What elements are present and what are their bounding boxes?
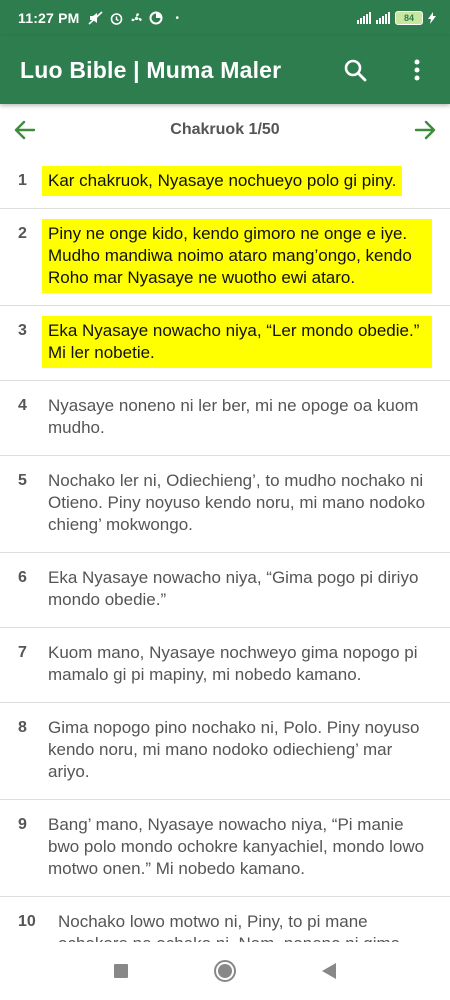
system-nav-bar	[0, 942, 450, 1000]
back-button[interactable]	[321, 962, 337, 980]
arrow-right-icon	[414, 120, 436, 140]
arrow-left-icon	[14, 120, 36, 140]
overflow-menu-button[interactable]	[404, 57, 430, 83]
verse-list: 1 Kar chakruok, Nyasaye nochueyo polo gi…	[0, 156, 450, 942]
mute-icon	[87, 11, 103, 25]
more-vert-icon	[414, 59, 420, 81]
verse-number: 7	[18, 644, 27, 661]
status-time: 11:27 PM	[18, 10, 80, 26]
search-icon	[344, 59, 367, 82]
dot-icon: •	[175, 12, 180, 24]
recents-button[interactable]	[113, 963, 129, 979]
verse-number: 2	[18, 225, 27, 242]
verse-row[interactable]: 4 Nyasaye noneno ni ler ber, mi ne opoge…	[0, 381, 450, 456]
home-button[interactable]	[213, 959, 237, 983]
notification-icons: •	[87, 11, 180, 26]
verse-text: Kuom mano, Nyasaye nochweyo gima nopogo …	[48, 643, 418, 684]
data-saver-icon	[149, 11, 163, 25]
charging-icon	[428, 12, 436, 24]
verse-text: Bang’ mano, Nyasaye nowacho niya, “Pi ma…	[48, 815, 425, 878]
app-bar: Luo Bible | Muma Maler	[0, 36, 450, 104]
verse-row[interactable]: 5 Nochako ler ni, Odiechieng’, to mudho …	[0, 456, 450, 553]
search-button[interactable]	[342, 57, 368, 83]
triangle-back-icon	[322, 963, 336, 979]
verse-text: Piny ne onge kido, kendo gimoro ne onge …	[42, 219, 432, 293]
battery-icon: 84	[395, 11, 423, 25]
verse-number: 3	[18, 322, 27, 339]
signal-icon	[357, 12, 371, 24]
verse-row[interactable]: 8 Gima nopogo pino nochako ni, Polo. Pin…	[0, 703, 450, 800]
verse-row[interactable]: 3 Eka Nyasaye nowacho niya, “Ler mondo o…	[0, 306, 450, 381]
verse-row[interactable]: 10 Nochako lowo motwo ni, Piny, to pi ma…	[0, 897, 450, 942]
verse-text: Nochako lowo motwo ni, Piny, to pi mane …	[58, 912, 400, 942]
verse-number: 6	[18, 569, 27, 586]
signal-icon-2	[376, 12, 390, 24]
verse-text: Eka Nyasaye nowacho niya, “Gima pogo pi …	[48, 568, 419, 609]
circle-home-icon	[214, 960, 236, 982]
verse-text: Kar chakruok, Nyasaye nochueyo polo gi p…	[42, 166, 403, 196]
previous-chapter-button[interactable]	[10, 115, 40, 145]
verse-row[interactable]: 6 Eka Nyasaye nowacho niya, “Gima pogo p…	[0, 553, 450, 628]
fan-icon	[131, 12, 142, 21]
alarm-icon	[110, 12, 122, 25]
verse-text: Nyasaye noneno ni ler ber, mi ne opoge o…	[48, 396, 419, 437]
verse-number: 5	[18, 472, 27, 489]
chapter-nav: Chakruok 1/50	[0, 104, 450, 156]
app-title: Luo Bible | Muma Maler	[20, 56, 282, 83]
verse-text: Eka Nyasaye nowacho niya, “Ler mondo obe…	[42, 316, 432, 368]
verse-number: 4	[18, 397, 27, 414]
square-recents-icon	[114, 964, 128, 978]
status-bar: 11:27 PM • 84	[0, 0, 450, 36]
verse-row[interactable]: 7 Kuom mano, Nyasaye nochweyo gima nopog…	[0, 628, 450, 703]
verse-number: 1	[18, 172, 27, 189]
verse-row[interactable]: 1 Kar chakruok, Nyasaye nochueyo polo gi…	[0, 156, 450, 209]
app-actions	[342, 57, 430, 83]
verse-number: 10	[18, 913, 36, 930]
verse-row[interactable]: 2 Piny ne onge kido, kendo gimoro ne ong…	[0, 209, 450, 306]
verse-row[interactable]: 9 Bang’ mano, Nyasaye nowacho niya, “Pi …	[0, 800, 450, 897]
next-chapter-button[interactable]	[410, 115, 440, 145]
verse-text: Gima nopogo pino nochako ni, Polo. Piny …	[48, 718, 420, 781]
verse-number: 8	[18, 719, 27, 736]
verse-number: 9	[18, 816, 27, 833]
status-right: 84	[357, 11, 436, 25]
chapter-title: Chakruok 1/50	[170, 121, 280, 138]
verse-text: Nochako ler ni, Odiechieng’, to mudho no…	[48, 471, 426, 534]
